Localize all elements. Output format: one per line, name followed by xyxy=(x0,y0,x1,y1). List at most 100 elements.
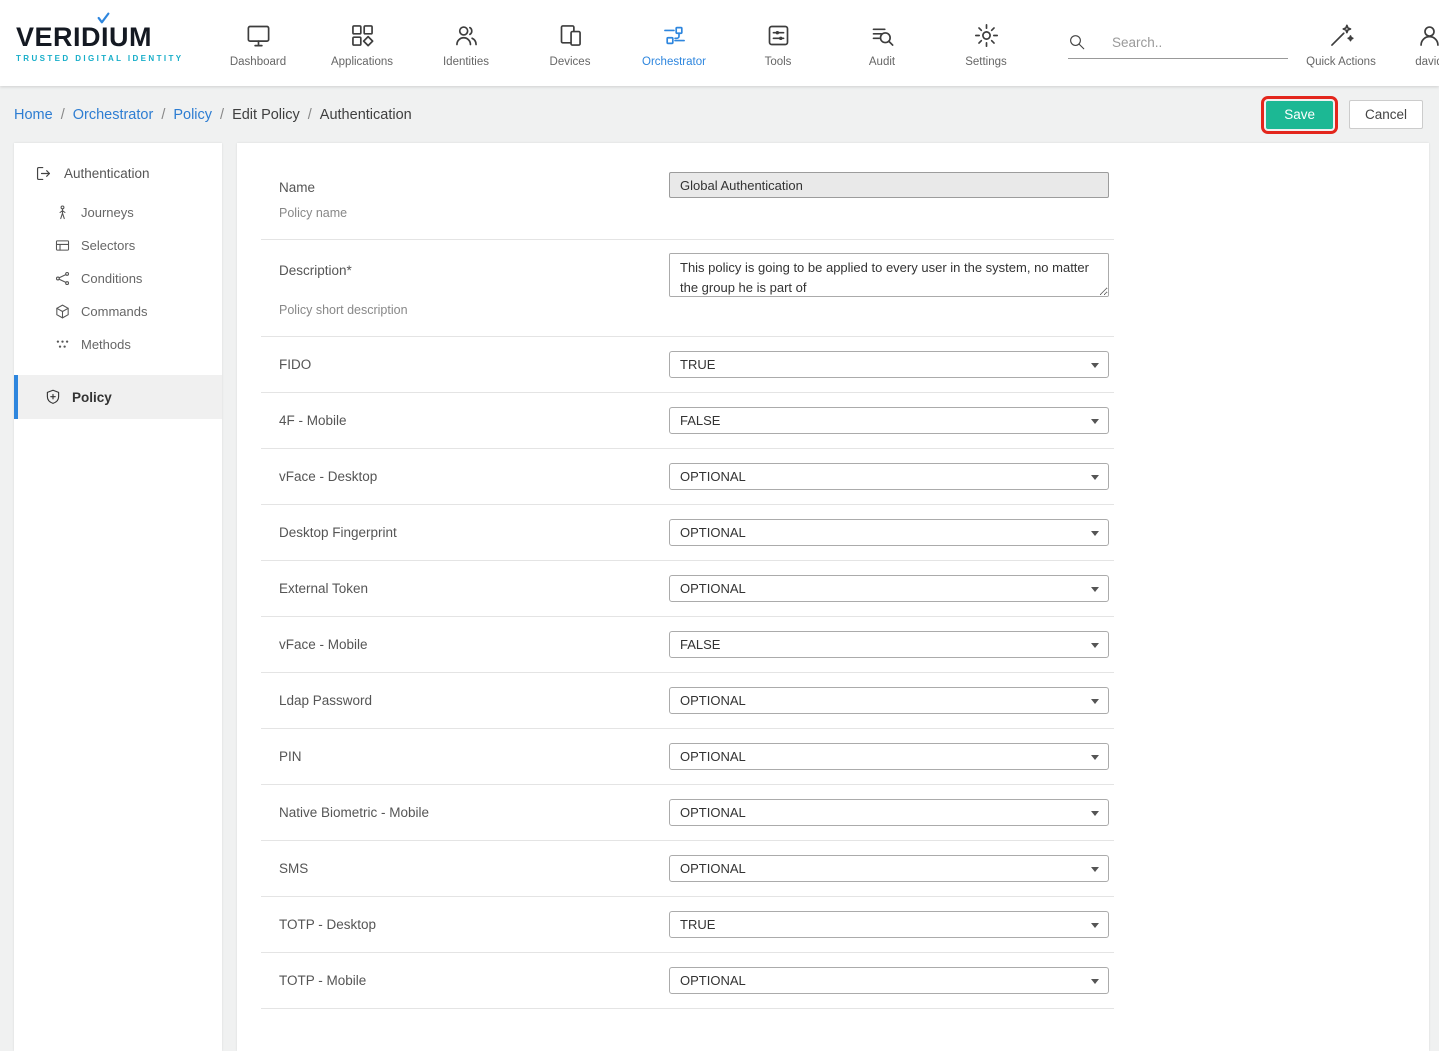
pin-select[interactable]: OPTIONAL xyxy=(669,743,1109,770)
nav-item-label: Devices xyxy=(550,56,591,68)
field-control: OPTIONAL xyxy=(669,687,1109,714)
cancel-button[interactable]: Cancel xyxy=(1349,100,1423,129)
chevron-down-icon xyxy=(1091,755,1099,760)
field-control: OPTIONAL xyxy=(669,967,1109,994)
field-label: External Token xyxy=(279,581,669,596)
fido-select[interactable]: TRUE xyxy=(669,351,1109,378)
logo-check-icon xyxy=(96,12,111,25)
nav-item-identities[interactable]: Identities xyxy=(414,18,518,68)
sidebar-item-label: Policy xyxy=(72,390,112,405)
sidebar-item-label: Methods xyxy=(81,337,131,352)
form-row-desktop-fingerprint: Desktop FingerprintOPTIONAL xyxy=(261,505,1114,561)
field-control: FALSE xyxy=(669,631,1109,658)
desktop-fingerprint-select[interactable]: OPTIONAL xyxy=(669,519,1109,546)
nav-item-devices[interactable]: Devices xyxy=(518,18,622,68)
field-control: OPTIONAL xyxy=(669,575,1109,602)
select-value: OPTIONAL xyxy=(680,749,746,764)
form-row-description: Description*Policy short descriptionThis… xyxy=(261,240,1114,337)
sidebar-item-methods[interactable]: Methods xyxy=(14,328,222,361)
brand-tagline: TRUSTED DIGITAL IDENTITY xyxy=(16,54,196,63)
field-label: SMS xyxy=(279,861,669,876)
form-row-4f-mobile: 4F - Mobile FALSE xyxy=(261,393,1114,449)
sidebar-item-conditions[interactable]: Conditions xyxy=(14,262,222,295)
field-control: OPTIONAL xyxy=(669,855,1109,882)
sidebar-item-policy[interactable]: Policy xyxy=(14,375,222,419)
chevron-down-icon xyxy=(1091,419,1099,424)
sidebar: AuthenticationJourneysSelectorsCondition… xyxy=(14,143,222,1051)
field-label: vFace - Mobile xyxy=(279,637,669,652)
external-token-select[interactable]: OPTIONAL xyxy=(669,575,1109,602)
form-row-ldap-password: Ldap PasswordOPTIONAL xyxy=(261,673,1114,729)
orchestrator-icon xyxy=(661,22,688,49)
sidebar-item-commands[interactable]: Commands xyxy=(14,295,222,328)
nav-item-dashboard[interactable]: Dashboard xyxy=(206,18,310,68)
chevron-down-icon xyxy=(1091,643,1099,648)
search-icon xyxy=(1068,33,1086,51)
select-value: FALSE xyxy=(680,637,720,652)
nav-item-settings[interactable]: Settings xyxy=(934,18,1038,68)
field-label: Native Biometric - Mobile xyxy=(279,805,669,820)
field-sublabel: Policy name xyxy=(279,206,669,220)
page-actions: Save Cancel xyxy=(1266,100,1429,129)
form-row-vface-mobile: vFace - Mobile FALSE xyxy=(261,617,1114,673)
chevron-down-icon xyxy=(1091,587,1099,592)
breadcrumb-home[interactable]: Home xyxy=(14,107,53,123)
chevron-down-icon xyxy=(1091,363,1099,368)
chevron-down-icon xyxy=(1091,867,1099,872)
sidebar-item-authentication[interactable]: Authentication xyxy=(14,147,222,196)
native-biometric-mobile-select[interactable]: OPTIONAL xyxy=(669,799,1109,826)
search-input[interactable] xyxy=(1086,34,1291,51)
vface-desktop-select[interactable]: OPTIONAL xyxy=(669,463,1109,490)
sidebar-item-label: Commands xyxy=(81,304,147,319)
field-label-block: Ldap Password xyxy=(261,693,669,708)
nav-item-label: Tools xyxy=(765,56,792,68)
nav-item-orchestrator[interactable]: Orchestrator xyxy=(622,18,726,68)
breadcrumb-orchestrator[interactable]: Orchestrator xyxy=(73,107,154,123)
select-value: FALSE xyxy=(680,413,720,428)
field-sublabel: Policy short description xyxy=(279,303,669,317)
totp-desktop-select[interactable]: TRUE xyxy=(669,911,1109,938)
field-label-block: PIN xyxy=(261,749,669,764)
nav-item-tools[interactable]: Tools xyxy=(726,18,830,68)
field-control: OPTIONAL xyxy=(669,743,1109,770)
field-label-block: Description*Policy short description xyxy=(261,240,669,336)
form-row-external-token: External TokenOPTIONAL xyxy=(261,561,1114,617)
breadcrumb-separator: / xyxy=(220,107,224,123)
quick-actions-button[interactable]: Quick Actions xyxy=(1288,18,1394,68)
form-row-fido: FIDOTRUE xyxy=(261,337,1114,393)
vface-mobile-select[interactable]: FALSE xyxy=(669,631,1109,658)
name-input[interactable] xyxy=(669,172,1109,198)
primary-nav: DashboardApplicationsIdentities Devices Or… xyxy=(206,18,1038,68)
sidebar-item-selectors[interactable]: Selectors xyxy=(14,229,222,262)
field-control: FALSE xyxy=(669,407,1109,434)
field-label-block: vFace - Desktop xyxy=(261,469,669,484)
field-label: 4F - Mobile xyxy=(279,413,669,428)
ldap-password-select[interactable]: OPTIONAL xyxy=(669,687,1109,714)
dashboard-icon xyxy=(245,22,272,49)
user-menu[interactable]: david xyxy=(1394,18,1439,68)
form-row-totp-mobile: TOTP - MobileOPTIONAL xyxy=(261,953,1114,1009)
conditions-icon xyxy=(54,270,71,287)
policy-form: NamePolicy nameDescription*Policy short … xyxy=(261,143,1114,1009)
field-label-block: TOTP - Desktop xyxy=(261,917,669,932)
field-label: TOTP - Mobile xyxy=(279,973,669,988)
top-navigation-bar: VERIDIUM TRUSTED DIGITAL IDENTITY Dashbo… xyxy=(0,0,1439,86)
breadcrumb-policy[interactable]: Policy xyxy=(173,107,212,123)
nav-item-audit[interactable]: Audit xyxy=(830,18,934,68)
field-label-block: FIDO xyxy=(261,357,669,372)
devices-icon xyxy=(557,22,584,49)
magic-wand-icon xyxy=(1328,22,1355,49)
save-button[interactable]: Save xyxy=(1266,101,1333,129)
nav-item-applications[interactable]: Applications xyxy=(310,18,414,68)
sidebar-item-journeys[interactable]: Journeys xyxy=(14,196,222,229)
sms-select[interactable]: OPTIONAL xyxy=(669,855,1109,882)
totp-mobile-select[interactable]: OPTIONAL xyxy=(669,967,1109,994)
select-value: TRUE xyxy=(680,917,715,932)
select-value: OPTIONAL xyxy=(680,805,746,820)
tools-icon xyxy=(765,22,792,49)
form-row-totp-desktop: TOTP - Desktop TRUE xyxy=(261,897,1114,953)
field-control: TRUE xyxy=(669,911,1109,938)
description-textarea[interactable]: This policy is going to be applied to ev… xyxy=(669,253,1109,297)
4f-mobile-select[interactable]: FALSE xyxy=(669,407,1109,434)
field-label: vFace - Desktop xyxy=(279,469,669,484)
